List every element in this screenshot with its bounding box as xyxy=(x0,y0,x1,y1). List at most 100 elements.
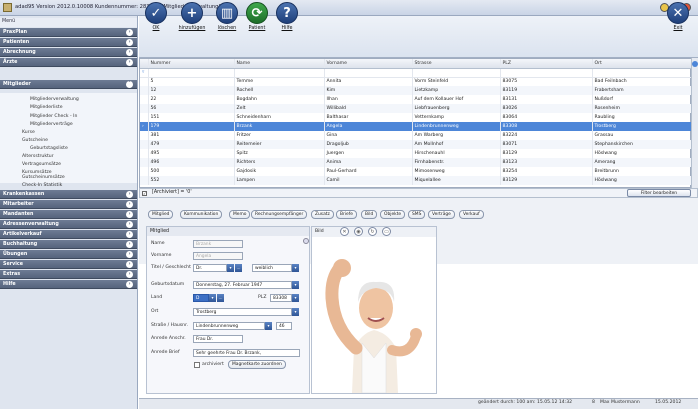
table-cell[interactable]: Höslwang xyxy=(592,176,693,185)
sidebar-header-service[interactable]: Service › xyxy=(0,260,137,269)
add-button[interactable]: + hinzufügen xyxy=(174,2,210,31)
table-cell[interactable]: 83075 xyxy=(500,77,593,86)
table-cell[interactable]: Kim xyxy=(324,86,413,95)
sidebar-header-hilfe[interactable]: Hilfe › xyxy=(0,280,137,289)
sidebar-header-extras[interactable]: Extras › xyxy=(0,270,137,279)
table-cell[interactable]: Am Warberg xyxy=(412,131,501,140)
chevron-down-icon[interactable]: ▾ xyxy=(292,294,299,302)
tab-verkauf[interactable]: Verkauf xyxy=(459,210,484,219)
table-row[interactable]: 12 Rochell Kim Lietzkamp 83119 Frabertsham xyxy=(140,86,693,95)
archiviert-checkbox[interactable] xyxy=(194,362,200,368)
sidebar-item-mitgliederverwaltung[interactable]: Mitgliederverwaltung xyxy=(30,97,79,102)
chevron-down-icon[interactable]: ▾ xyxy=(227,264,234,272)
table-cell[interactable]: Anima xyxy=(324,158,413,167)
table-cell[interactable]: 83131 xyxy=(500,95,593,104)
sidebar-header-uebungen[interactable]: Übungen › xyxy=(0,250,137,259)
table-cell[interactable]: 500 xyxy=(148,167,235,176)
tab-briefe[interactable]: Briefe xyxy=(336,210,357,219)
table-cell[interactable]: 83129 xyxy=(500,149,593,158)
grid-scrollbar[interactable] xyxy=(691,58,698,188)
sidebar-item-kurse[interactable]: Kurse xyxy=(22,130,35,135)
table-cell[interactable]: 495 xyxy=(148,149,235,158)
table-cell[interactable]: 56 xyxy=(148,104,235,113)
table-row[interactable]: 500 Gajdosik Paul-Gerhard Mimosenweg 83254 Br… xyxy=(140,167,693,176)
table-cell[interactable]: 83026 xyxy=(500,104,593,113)
sidebar-item-altersstruktur[interactable]: Altersstruktur xyxy=(22,154,54,159)
info-icon[interactable] xyxy=(303,238,309,244)
table-cell[interactable]: 381 xyxy=(148,131,235,140)
more-icon[interactable]: … xyxy=(235,264,242,272)
filter-row[interactable]: ▿ xyxy=(140,68,693,78)
table-cell[interactable]: Liebfrauenberg xyxy=(412,104,501,113)
patient-button[interactable]: ⟳ Patient xyxy=(242,2,272,31)
table-cell[interactable]: Annita xyxy=(324,77,413,86)
sidebar-header-adressenverwaltung[interactable]: Adressenverwaltung › xyxy=(0,220,137,229)
filter-checkbox[interactable]: ✓ xyxy=(142,191,147,196)
table-cell[interactable]: 12 xyxy=(148,86,235,95)
camera-icon[interactable]: ◉ xyxy=(354,227,363,236)
column-header-name[interactable]: Name xyxy=(234,59,325,69)
table-cell[interactable]: Spitz xyxy=(234,149,325,158)
tab-memo[interactable]: Memo xyxy=(229,210,251,219)
titel-select[interactable]: Dr. xyxy=(193,264,227,272)
delete-button[interactable]: ▥ löschen xyxy=(212,2,242,31)
table-cell[interactable]: Richters xyxy=(234,158,325,167)
table-cell[interactable]: Mimosenweg xyxy=(412,167,501,176)
table-cell[interactable]: Gajdosik xyxy=(234,167,325,176)
sidebar-item-geburtstagsliste[interactable]: Geburtstagsliste xyxy=(30,146,68,151)
chevron-down-icon[interactable]: ▾ xyxy=(292,281,299,289)
land-select[interactable]: D xyxy=(193,294,209,302)
anrede-anschrift-field[interactable]: Frau Dr. xyxy=(193,335,243,343)
table-row[interactable]: › 179 Brzank Angela Lindenbrunnenweg 83308 Tro… xyxy=(140,122,693,131)
table-cell[interactable]: 496 xyxy=(148,158,235,167)
table-cell[interactable]: Amerang xyxy=(592,158,693,167)
sidebar-header-mitarbeiter[interactable]: Mitarbeiter › xyxy=(0,200,137,209)
vorname-field[interactable]: Angela xyxy=(193,252,243,260)
table-cell[interactable]: 552 xyxy=(148,176,235,185)
column-header-vorname[interactable]: Vorname xyxy=(324,59,413,69)
sidebar-header-artikelverkauf[interactable]: Artikelverkauf › xyxy=(0,230,137,239)
more-icon[interactable]: … xyxy=(217,294,224,302)
table-cell[interactable]: Frabertsham xyxy=(592,86,693,95)
table-cell[interactable]: Paul-Gerhard xyxy=(324,167,413,176)
table-cell[interactable]: Höslwang xyxy=(592,149,693,158)
geschlecht-select[interactable]: weiblich xyxy=(252,264,292,272)
table-cell[interactable]: Zelt xyxy=(234,104,325,113)
chevron-down-icon[interactable]: ▾ xyxy=(209,294,216,302)
tab-zusatz[interactable]: Zusatz xyxy=(311,210,334,219)
table-cell[interactable]: 83308 xyxy=(500,122,593,131)
plz-field[interactable]: 83308 xyxy=(270,294,292,302)
sidebar-item-vertraege[interactable]: Mitgliederverträge xyxy=(30,122,73,127)
table-row[interactable]: 479 Reitemeier Dragoljub Am Mollnhof 83071 St… xyxy=(140,140,693,149)
table-cell[interactable]: Juergen xyxy=(324,149,413,158)
sidebar-item-check-in[interactable]: Mitglieder Check - In xyxy=(30,114,77,119)
tab-mitglied[interactable]: Mitglied xyxy=(148,210,174,219)
table-cell[interactable]: 83123 xyxy=(500,158,593,167)
table-cell[interactable]: Fritzer xyxy=(234,131,325,140)
table-row[interactable]: 552 Lampen Camil Miquelallee 83129 Höslwang xyxy=(140,176,693,185)
sidebar-header-patienten[interactable]: Patienten › xyxy=(0,38,137,47)
table-cell[interactable]: Am Mollnhof xyxy=(412,140,501,149)
table-cell[interactable]: Bogdahn xyxy=(234,95,325,104)
table-cell[interactable]: Vorm Steinfeld xyxy=(412,77,501,86)
table-cell[interactable]: Willibald xyxy=(324,104,413,113)
table-cell[interactable]: Lindenbrunnenweg xyxy=(412,122,501,131)
strasse-select[interactable]: Lindenbrunnenweg xyxy=(193,322,265,330)
edit-filter-button[interactable]: Filter bearbeiten xyxy=(627,189,691,197)
sidebar-item-mitgliederliste[interactable]: Mitgliederliste xyxy=(30,105,63,110)
tab-bild[interactable]: Bild xyxy=(361,210,378,219)
table-cell[interactable]: Rochell xyxy=(234,86,325,95)
table-cell[interactable]: Nußdorf xyxy=(592,95,693,104)
table-cell[interactable]: Bad Feilnbach xyxy=(592,77,693,86)
table-cell[interactable]: Lampen xyxy=(234,176,325,185)
sidebar-header-buchhaltung[interactable]: Buchhaltung › xyxy=(0,240,137,249)
table-cell[interactable]: Camil xyxy=(324,176,413,185)
table-cell[interactable]: Temme xyxy=(234,77,325,86)
sidebar-item-gutscheine[interactable]: Gutscheine xyxy=(22,138,48,143)
table-cell[interactable]: 22 xyxy=(148,95,235,104)
table-cell[interactable]: Dragoljub xyxy=(324,140,413,149)
folder-icon[interactable]: ▭ xyxy=(382,227,391,236)
exit-button[interactable]: ✕ Exit xyxy=(663,2,693,31)
tab-objekte[interactable]: Objekte xyxy=(380,210,406,219)
help-button[interactable]: ? Hilfe xyxy=(272,2,302,31)
